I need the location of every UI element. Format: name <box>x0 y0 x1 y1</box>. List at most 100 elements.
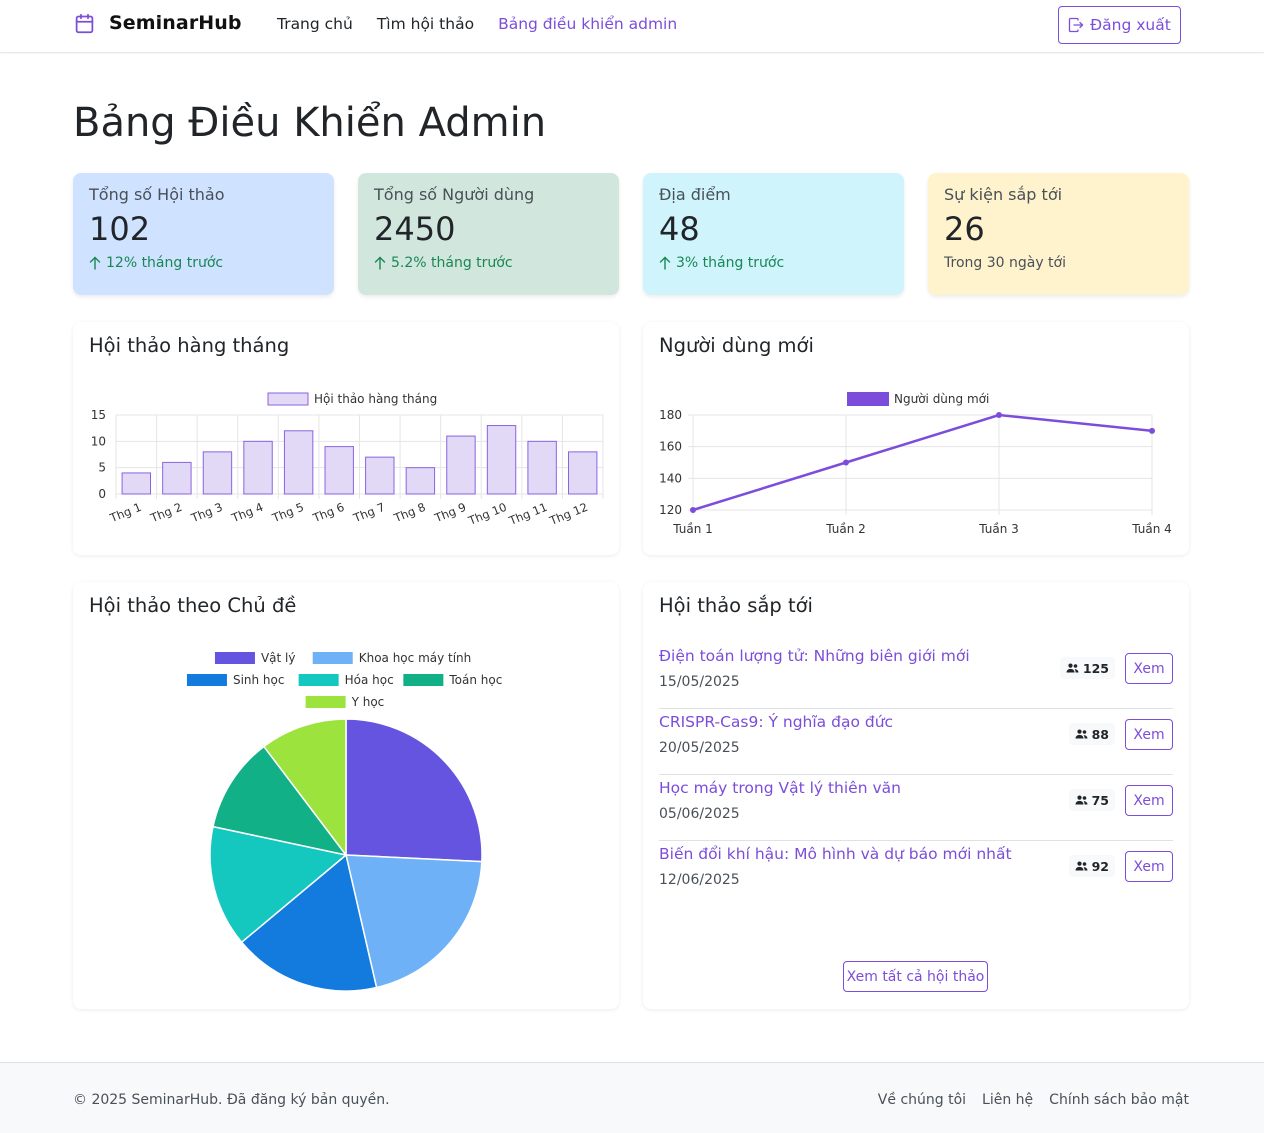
view-seminar-button[interactable]: Xem <box>1125 653 1173 684</box>
stat-label: Tổng số Hội thảo <box>89 185 225 204</box>
attendee-count: 92 <box>1091 858 1109 874</box>
view-seminar-button[interactable]: Xem <box>1125 851 1173 882</box>
legend-swatch <box>305 696 346 708</box>
page-title: Bảng Điều Khiển Admin <box>73 100 547 146</box>
attendee-count: 88 <box>1091 726 1109 742</box>
nav-link-find-seminar[interactable]: Tìm hội thảo <box>377 15 474 33</box>
brand-name: SeminarHub <box>109 12 242 34</box>
bar <box>283 430 314 495</box>
x-tick-label: Thg 2 <box>148 500 184 526</box>
bar <box>405 467 436 495</box>
view-all-seminars-button[interactable]: Xem tất cả hội thảo <box>843 961 988 992</box>
logout-button[interactable]: Đăng xuất <box>1058 6 1181 44</box>
data-point <box>996 412 1002 418</box>
panel-title: Hội thảo sắp tới <box>659 594 813 617</box>
people-icon <box>1075 729 1088 739</box>
bar <box>324 446 354 495</box>
legend-swatch <box>214 652 255 664</box>
seminar-date: 20/05/2025 <box>659 740 740 756</box>
attendee-count-badge: 88 <box>1068 723 1115 745</box>
data-point <box>690 507 696 513</box>
stat-trend: 3% tháng trước <box>659 255 888 271</box>
bar <box>568 451 598 495</box>
attendee-count-badge: 75 <box>1068 789 1115 811</box>
x-tick-label: Tuần 4 <box>1131 522 1172 536</box>
logout-label: Đăng xuất <box>1090 16 1171 34</box>
monthly-seminars-panel: Hội thảo hàng tháng Hội thảo hàng tháng 0… <box>73 322 619 555</box>
footer-link-about[interactable]: Về chúng tôi <box>878 1092 966 1108</box>
x-tick-label: Tuần 2 <box>825 522 866 536</box>
attendee-count-badge: 125 <box>1059 657 1115 679</box>
stat-value: 102 <box>89 210 151 248</box>
seminar-date: 05/06/2025 <box>659 806 740 822</box>
view-seminar-button[interactable]: Xem <box>1125 785 1173 816</box>
seminar-title-link[interactable]: Học máy trong Vật lý thiên văn <box>659 779 901 797</box>
x-tick-label: Thg 10 <box>465 500 508 528</box>
legend-label: Y học <box>351 695 385 709</box>
footer-link-contact[interactable]: Liên hệ <box>982 1092 1033 1108</box>
stat-label: Địa điểm <box>659 185 731 204</box>
legend-swatch <box>267 392 309 406</box>
attendee-count-badge: 92 <box>1068 855 1115 877</box>
bar <box>365 456 395 495</box>
legend-label: Khoa học máy tính <box>359 651 472 665</box>
y-tick-label: 0 <box>98 487 106 501</box>
stat-trend-text: 3% tháng trước <box>676 255 785 271</box>
bar <box>446 435 476 495</box>
monthly-bar-chart: Hội thảo hàng tháng 0 5 10 15 Thg 1 Thg 2 Thg 3… <box>91 392 604 528</box>
footer: © 2025 SeminarHub. Đã đăng ký bản quyền.… <box>0 1062 1264 1133</box>
nav-link-admin-dashboard[interactable]: Bảng điều khiển admin <box>498 15 677 33</box>
legend-label: Hóa học <box>345 673 394 687</box>
x-tick-label: Tuần 1 <box>672 522 713 536</box>
seminar-title-link[interactable]: Điện toán lượng tử: Những biên giới mới <box>659 647 970 665</box>
data-point <box>843 459 849 466</box>
seminar-title-link[interactable]: CRISPR-Cas9: Ý nghĩa đạo đức <box>659 713 893 731</box>
x-tick-label: Thg 9 <box>432 500 468 526</box>
copyright: © 2025 SeminarHub. Đã đăng ký bản quyền. <box>73 1092 390 1108</box>
bar <box>202 451 233 495</box>
logout-icon <box>1069 17 1084 33</box>
nav-link-home[interactable]: Trang chủ <box>277 15 353 33</box>
brand[interactable]: SeminarHub <box>74 12 242 34</box>
stat-trend: 5.2% tháng trước <box>374 255 603 271</box>
seminar-date: 12/06/2025 <box>659 872 740 888</box>
footer-links: Về chúng tôi Liên hệ Chính sách bảo mật <box>878 1092 1189 1108</box>
seminar-date: 15/05/2025 <box>659 674 740 690</box>
stat-label: Sự kiện sắp tới <box>944 185 1063 204</box>
stat-card-users: Tổng số Người dùng 2450 5.2% tháng trước <box>358 173 619 295</box>
y-tick-label: 180 <box>659 408 682 422</box>
bar <box>121 472 151 495</box>
x-tick-label: Thg 11 <box>506 500 549 528</box>
x-tick-label: Thg 7 <box>351 500 387 526</box>
navbar: SeminarHub Trang chủ Tìm hội thảo Bảng đ… <box>0 0 1264 53</box>
stat-value: 26 <box>944 210 985 248</box>
legend-swatch <box>312 652 353 664</box>
bar <box>243 440 273 495</box>
bar <box>527 440 557 495</box>
stat-trend-text: 12% tháng trước <box>106 255 224 271</box>
legend-label: Hội thảo hàng tháng <box>314 392 437 406</box>
arrow-up-icon <box>374 256 386 270</box>
view-seminar-button[interactable]: Xem <box>1125 719 1173 750</box>
arrow-up-icon <box>89 256 101 270</box>
people-icon <box>1075 861 1088 871</box>
x-tick-label: Thg 8 <box>391 500 427 526</box>
data-point <box>1149 427 1155 434</box>
pie-slice <box>345 718 483 863</box>
stat-card-seminars: Tổng số Hội thảo 102 12% tháng trước <box>73 173 334 295</box>
footer-link-privacy[interactable]: Chính sách bảo mật <box>1049 1092 1189 1108</box>
x-tick-label: Thg 6 <box>310 500 346 526</box>
bar <box>162 461 192 495</box>
legend-label: Sinh học <box>233 673 285 687</box>
arrow-up-icon <box>659 256 671 270</box>
legend-swatch <box>186 674 227 686</box>
seminar-list-item: CRISPR-Cas9: Ý nghĩa đạo đức 20/05/2025 … <box>659 709 1173 775</box>
y-tick-label: 160 <box>659 440 682 454</box>
calendar-icon <box>75 13 94 33</box>
stat-label: Tổng số Người dùng <box>374 185 535 204</box>
x-tick-label: Thg 3 <box>188 500 224 526</box>
x-tick-label: Thg 4 <box>229 500 265 526</box>
series-line <box>692 413 1153 512</box>
seminar-title-link[interactable]: Biến đổi khí hậu: Mô hình và dự báo mới … <box>659 845 1012 863</box>
legend-label: Người dùng mới <box>894 392 989 406</box>
